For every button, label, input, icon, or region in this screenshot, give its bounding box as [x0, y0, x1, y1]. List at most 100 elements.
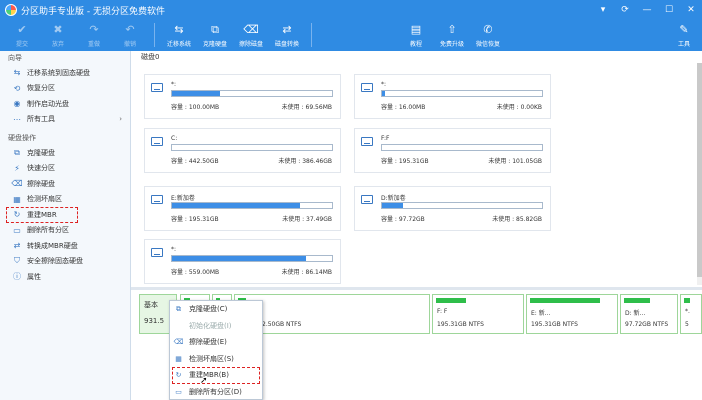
sidebar-item-boot-disc[interactable]: ◉ 制作启动光盘	[0, 96, 130, 112]
toolbar-divider	[311, 23, 312, 47]
window-title: 分区助手专业版 - 无损分区免费软件	[21, 6, 165, 17]
usage-bar-fill	[382, 203, 403, 208]
vertical-scrollbar[interactable]	[697, 63, 702, 285]
disk-header: 磁盘0	[141, 53, 160, 61]
sidebar: 向导 ⇆ 迁移系统到固态硬盘 ⟲ 恢复分区 ◉ 制作启动光盘 ⋯ 所有工具 › 硬盘操作 …	[0, 51, 131, 400]
migrate-icon: ⇆	[174, 23, 184, 36]
sidebar-item-all-tools[interactable]: ⋯ 所有工具 ›	[0, 112, 130, 128]
sidebar-item-convert-mbr[interactable]: ⇄ 转换成MBR硬盘	[0, 238, 130, 254]
tutorial-button[interactable]: ▤ 教程	[398, 20, 434, 51]
tutorial-icon: ▤	[410, 23, 422, 36]
init-disk-icon	[174, 321, 183, 330]
partition-card[interactable]: F:F 容量 : 195.31GB 未使用 : 101.05GB	[354, 128, 551, 173]
migrate-system-button[interactable]: ⇆ 迁移系统	[161, 20, 197, 51]
menu-item-clone-disk[interactable]: ⧉ 克隆硬盘(C)	[170, 301, 262, 318]
close-icon[interactable]: ✕	[680, 0, 702, 20]
sidebar-item-delete-all-partitions[interactable]: ▭ 删除所有分区	[0, 223, 130, 239]
wechat-restore-button[interactable]: ✆ 微信恢复	[470, 20, 506, 51]
redo-icon: ↷	[89, 23, 99, 36]
sidebar-item-secure-erase-ssd[interactable]: ⛉ 安全擦除固态硬盘	[0, 254, 130, 270]
disk-icon	[361, 83, 373, 92]
menu-item-wipe-disk[interactable]: ⌫ 擦除硬盘(E)	[170, 334, 262, 351]
convert-disk-icon: ⇄	[282, 23, 292, 36]
sidebar-item-clone-disk[interactable]: ⧉ 克隆硬盘	[0, 145, 130, 161]
partition-card[interactable]: *: 容量 : 100.00MB 未使用 : 69.56MB	[144, 74, 341, 119]
rebuild-mbr-icon: ↻	[175, 371, 182, 380]
scrollbar-thumb[interactable]	[697, 63, 702, 277]
disk-map-partition[interactable]: F: F 195.31GB NTFS	[432, 294, 524, 334]
chevron-right-icon: ›	[119, 115, 122, 124]
wipe-disk-icon: ⌫	[11, 179, 23, 189]
wechat-icon: ✆	[483, 23, 493, 36]
free-upgrade-button[interactable]: ⇧ 免费升级	[434, 20, 470, 51]
discard-button[interactable]: ✖ 放弃	[40, 20, 76, 51]
secure-wipe-icon: ⛉	[14, 256, 20, 266]
clone-disk-button[interactable]: ⧉ 克隆硬盘	[197, 20, 233, 51]
menu-item-rebuild-mbr[interactable]: ↻ 重建MBR(B)	[172, 367, 260, 384]
menu-item-delete-all-partitions[interactable]: ▭ 删除所有分区(D)	[170, 384, 262, 400]
menu-item-bad-sector[interactable]: ▦ 检测坏扇区(S)	[170, 351, 262, 368]
usage-bar-fill	[172, 203, 300, 208]
maximize-icon[interactable]: ☐	[658, 0, 680, 20]
sidebar-item-migrate-ssd[interactable]: ⇆ 迁移系统到固态硬盘	[0, 65, 130, 81]
wipe-disk-button[interactable]: ⌫ 擦除磁盘	[233, 20, 269, 51]
bad-sector-icon: ▦	[175, 354, 182, 363]
partition-card[interactable]: C: 容量 : 442.50GB 未使用 : 386.46GB	[144, 128, 341, 173]
usage-bar	[171, 90, 333, 97]
redo-button[interactable]: ↷ 重做	[76, 20, 112, 51]
minimize-icon[interactable]: —	[636, 0, 658, 20]
disk-icon	[361, 137, 373, 146]
sidebar-item-restore-partition[interactable]: ⟲ 恢复分区	[0, 81, 130, 97]
wipe-disk-icon: ⌫	[243, 23, 259, 36]
menu-icon[interactable]: ▾	[592, 0, 614, 20]
context-menu: ⧉ 克隆硬盘(C) 初始化硬盘(I) ⌫ 擦除硬盘(E) ▦ 检测坏扇区(S) ↻ 重建…	[169, 300, 263, 400]
sidebar-item-properties[interactable]: ⓘ 属性	[0, 269, 130, 285]
mouse-cursor-icon: ➚	[200, 376, 208, 386]
delete-all-icon: ▭	[13, 225, 21, 235]
window-controls: ▾ ⟳ — ☐ ✕	[592, 0, 702, 20]
disk-icon	[151, 248, 163, 257]
usage-bar-fill	[172, 91, 220, 96]
convert-disk-button[interactable]: ⇄ 磁盘转换	[269, 20, 305, 51]
disk-icon	[361, 195, 373, 204]
disc-icon: ◉	[13, 99, 21, 109]
refresh-icon[interactable]: ⟳	[614, 0, 636, 20]
undo-icon: ↶	[125, 23, 135, 36]
properties-icon: ⓘ	[13, 272, 21, 282]
clone-disk-icon: ⧉	[176, 304, 181, 313]
toolbar: ✔ 提交 ✖ 放弃 ↷ 重做 ↶ 撤销 ⇆ 迁移系统 ⧉ 克隆硬盘 ⌫ 擦除磁盘 ⇄ 磁盘转换 …	[0, 20, 702, 51]
title-bar: 分区助手专业版 - 无损分区免费软件 ▾ ⟳ — ☐ ✕	[0, 0, 702, 20]
bad-sector-icon: ▦	[13, 194, 21, 204]
commit-button[interactable]: ✔ 提交	[4, 20, 40, 51]
partition-card[interactable]: *: 容量 : 559.00MB 未使用 : 86.14MB	[144, 239, 341, 284]
disk-map-partition[interactable]: 2.50GB NTFS	[234, 294, 430, 334]
wipe-disk-icon: ⌫	[173, 338, 184, 347]
usage-bar	[171, 144, 333, 151]
convert-mbr-icon: ⇄	[13, 241, 21, 251]
partition-card[interactable]: D:新加卷 容量 : 97.72GB 未使用 : 85.82GB	[354, 186, 551, 231]
sidebar-item-bad-sector[interactable]: ▦ 检测坏扇区	[0, 192, 130, 208]
tools-button[interactable]: ✎ 工具	[666, 20, 702, 51]
disk-ops-section-title: 硬盘操作	[8, 134, 36, 142]
discard-icon: ✖	[53, 23, 63, 36]
partition-card[interactable]: *: 容量 : 16.00MB 未使用 : 0.00KB	[354, 74, 551, 119]
app-logo-icon	[5, 4, 17, 16]
panel-splitter[interactable]	[131, 287, 702, 290]
all-tools-icon: ⋯	[13, 114, 21, 124]
clone-disk-icon: ⧉	[211, 23, 219, 36]
disk-map-partition[interactable]: *. 5	[680, 294, 702, 334]
windows-disk-icon	[151, 137, 163, 146]
partition-card[interactable]: E:新加卷 容量 : 195.31GB 未使用 : 37.49GB	[144, 186, 341, 231]
sidebar-item-rebuild-mbr[interactable]: ↻ 重建MBR	[6, 207, 78, 223]
menu-item-init-disk[interactable]: 初始化硬盘(I)	[170, 318, 262, 335]
usage-bar-fill	[530, 298, 600, 303]
usage-bar	[381, 90, 543, 97]
sidebar-item-wipe-disk[interactable]: ⌫ 擦除硬盘	[0, 176, 130, 192]
sidebar-item-quick-partition[interactable]: ⚡ 快速分区	[0, 161, 130, 177]
usage-bar	[171, 255, 333, 262]
disk-map-partition[interactable]: E: 新... 195.31GB NTFS	[526, 294, 618, 334]
toolbar-divider	[154, 23, 155, 47]
undo-button[interactable]: ↶ 撤销	[112, 20, 148, 51]
migrate-icon: ⇆	[13, 68, 21, 78]
disk-map-partition[interactable]: D: 新... 97.72GB NTFS	[620, 294, 678, 334]
